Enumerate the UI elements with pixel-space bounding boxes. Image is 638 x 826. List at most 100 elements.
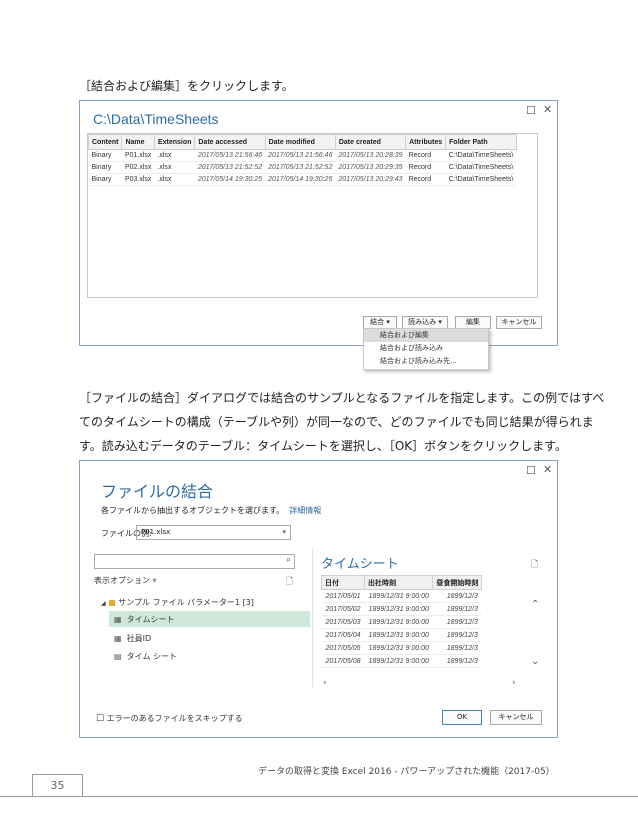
table-cell: 2017/05/13 21:52:52 bbox=[194, 161, 266, 174]
tree-item-time-sheet[interactable]: ▤ タイム シート bbox=[114, 651, 177, 662]
maximize-icon[interactable]: ☐ bbox=[526, 104, 536, 117]
menu-item-combine-load[interactable]: 結合および読み込み bbox=[364, 342, 488, 355]
preview-row: 2017/05/04 1899/12/31 9:00:00 1899/12/3 bbox=[321, 628, 482, 642]
column-header[interactable]: Date modified bbox=[264, 134, 336, 150]
file-table: Content Name Extension Date accessed Date mo… bbox=[88, 134, 517, 186]
maximize-icon[interactable]: ☐ bbox=[526, 464, 536, 477]
checkbox-icon: ☐ bbox=[96, 714, 105, 724]
menu-item-combine-edit[interactable]: 結合および編集 bbox=[364, 329, 488, 342]
preview-cell: 2017/05/02 bbox=[321, 602, 365, 616]
table-cell: P01.xlsx bbox=[121, 149, 155, 162]
search-input[interactable]: ⌕ bbox=[94, 554, 295, 569]
scroll-down-icon[interactable]: ⌄ bbox=[531, 656, 539, 667]
preview-column-header: 出社時刻 bbox=[364, 575, 434, 590]
file-list-grid: Content Name Extension Date accessed Date mo… bbox=[87, 133, 538, 298]
table-cell: Binary bbox=[88, 173, 122, 186]
preview-cell: 1899/12/3 bbox=[432, 615, 482, 629]
column-header[interactable]: Attributes bbox=[405, 134, 447, 150]
table-icon: ▦ bbox=[114, 634, 122, 643]
preview-cell: 1899/12/31 9:00:00 bbox=[364, 641, 433, 655]
export-icon[interactable]: 🗋 bbox=[531, 557, 538, 573]
column-header[interactable]: Date created bbox=[334, 134, 407, 150]
preview-row: 2017/05/01 1899/12/31 9:00:00 1899/12/3 bbox=[321, 589, 482, 603]
table-cell: Binary bbox=[88, 149, 122, 162]
table-cell: .xlsx bbox=[154, 161, 195, 174]
table-row[interactable]: Binary P02.xlsx .xlsx 2017/05/13 21:52:52 20… bbox=[88, 161, 517, 174]
table-row[interactable]: Binary P01.xlsx .xlsx 2017/05/13 21:56:46 20… bbox=[88, 149, 517, 162]
preview-cell: 1899/12/31 9:00:00 bbox=[364, 589, 433, 603]
column-header[interactable]: Folder Path bbox=[445, 134, 517, 150]
combine-menu: 結合および編集 結合および読み込み 結合および読み込み先... bbox=[363, 328, 489, 370]
column-header[interactable]: Extension bbox=[153, 134, 196, 150]
sample-file-select[interactable]: P01.xlsx ▾ bbox=[136, 525, 291, 540]
tree-item-timesheet[interactable]: ▦ タイムシート bbox=[114, 614, 175, 625]
scroll-right-icon[interactable]: › bbox=[512, 678, 516, 688]
preview-row: 2017/05/03 1899/12/31 9:00:00 1899/12/3 bbox=[321, 615, 482, 629]
preview-cell: 2017/05/05 bbox=[321, 641, 365, 655]
instruction-text-1: ［結合および編集］をクリックします。 bbox=[79, 79, 294, 93]
table-cell: .xlsx bbox=[154, 149, 195, 162]
table-cell: Record bbox=[405, 149, 446, 162]
preview-cell: 1899/12/3 bbox=[432, 628, 482, 642]
preview-row: 2017/05/05 1899/12/31 9:00:00 1899/12/3 bbox=[321, 641, 482, 655]
details-link[interactable]: 詳細情報 bbox=[289, 506, 321, 515]
scroll-up-icon[interactable]: ⌃ bbox=[531, 599, 539, 610]
preview-cell: 1899/12/3 bbox=[432, 654, 482, 668]
table-cell: 2017/05/13 20:28:39 bbox=[335, 149, 406, 162]
panel-divider bbox=[312, 549, 313, 687]
table-row[interactable]: Binary P03.xlsx .xlsx 2017/05/14 19:30:25 20… bbox=[88, 173, 517, 186]
table-cell: 2017/05/13 21:52:52 bbox=[265, 161, 336, 174]
table-cell: 2017/05/13 21:56:46 bbox=[194, 149, 266, 162]
refresh-icon[interactable]: 🗋 bbox=[286, 574, 293, 590]
close-icon[interactable]: ✕ bbox=[543, 463, 552, 476]
table-cell: 2017/05/13 21:56:46 bbox=[265, 149, 336, 162]
preview-cell: 1899/12/31 9:00:00 bbox=[364, 615, 433, 629]
table-cell: 2017/05/14 19:30:25 bbox=[194, 173, 266, 186]
table-cell: P02.xlsx bbox=[121, 161, 155, 174]
display-options[interactable]: 表示オプション ▾ bbox=[94, 575, 157, 586]
ok-button[interactable]: OK bbox=[442, 710, 482, 725]
search-icon: ⌕ bbox=[285, 555, 291, 565]
dialog-cancel-button[interactable]: キャンセル bbox=[490, 710, 542, 725]
folder-icon: ■ bbox=[108, 598, 116, 607]
paragraph-line-3: す。読み込むデータのテーブル：タイムシートを選択し、［OK］ボタンをクリックしま… bbox=[79, 439, 567, 453]
scroll-left-icon[interactable]: ‹ bbox=[323, 678, 327, 688]
table-cell: 2017/05/13 20:29:43 bbox=[335, 173, 406, 186]
preview-column-header: 日付 bbox=[320, 575, 366, 590]
tree-item-employee-id[interactable]: ▦ 社員ID bbox=[114, 633, 151, 644]
table-cell: .xlsx bbox=[154, 173, 195, 186]
preview-cell: 1899/12/31 9:00:00 bbox=[364, 628, 433, 642]
close-icon[interactable]: ✕ bbox=[543, 103, 552, 116]
menu-item-combine-load-to[interactable]: 結合および読み込み先... bbox=[364, 355, 488, 368]
expand-icon: ◢ bbox=[101, 600, 106, 607]
footer-rule bbox=[0, 796, 638, 797]
table-icon: ▦ bbox=[114, 615, 122, 624]
table-cell: C:\Data\TimeSheets\ bbox=[445, 161, 517, 174]
preview-row: 2017/05/02 1899/12/31 9:00:00 1899/12/3 bbox=[321, 602, 482, 616]
combine-files-dialog: ☐ ✕ ファイルの結合 各ファイルから抽出するオブジェクトを選びます。 詳細情報… bbox=[79, 460, 558, 738]
column-header[interactable]: Name bbox=[121, 134, 155, 150]
table-cell: C:\Data\TimeSheets\ bbox=[445, 149, 517, 162]
dialog-subtitle: 各ファイルから抽出するオブジェクトを選びます。 詳細情報 bbox=[101, 506, 322, 515]
table-cell: Binary bbox=[88, 161, 122, 174]
table-cell: 2017/05/14 19:30:25 bbox=[265, 173, 336, 186]
footer-text: データの取得と変換 Excel 2016 - パワーアップされた機能（2017-… bbox=[258, 767, 555, 777]
page-number: 35 bbox=[32, 774, 83, 796]
skip-errors-checkbox[interactable]: ☐ エラーのあるファイルをスキップする bbox=[96, 713, 243, 724]
folder-path-title: C:\Data\TimeSheets bbox=[93, 111, 219, 127]
table-cell: Record bbox=[405, 161, 446, 174]
column-header[interactable]: Date accessed bbox=[194, 134, 266, 150]
preview-title: タイムシート bbox=[321, 557, 399, 572]
preview-cell: 1899/12/31 9:00:00 bbox=[364, 654, 433, 668]
paragraph-line-2: てのタイムシートの構成（テーブルや列）が同一なので、どのファイルでも同じ結果が得… bbox=[79, 415, 594, 429]
preview-cell: 2017/05/01 bbox=[321, 589, 365, 603]
preview-cell: 2017/05/04 bbox=[321, 628, 365, 642]
table-cell: C:\Data\TimeSheets\ bbox=[445, 173, 517, 186]
preview-cell: 1899/12/3 bbox=[432, 641, 482, 655]
tree-folder[interactable]: ◢ ■ サンプル ファイル パラメーター1 [3] bbox=[101, 597, 254, 608]
preview-table: 日付 出社時刻 昼食開始時刻 2017/05/01 1899/12/31 9:00:0… bbox=[320, 575, 483, 668]
preview-cell: 1899/12/3 bbox=[432, 602, 482, 616]
table-cell: 2017/05/13 20:29:35 bbox=[335, 161, 406, 174]
cancel-button[interactable]: キャンセル bbox=[496, 316, 542, 329]
column-header[interactable]: Content bbox=[88, 134, 123, 150]
